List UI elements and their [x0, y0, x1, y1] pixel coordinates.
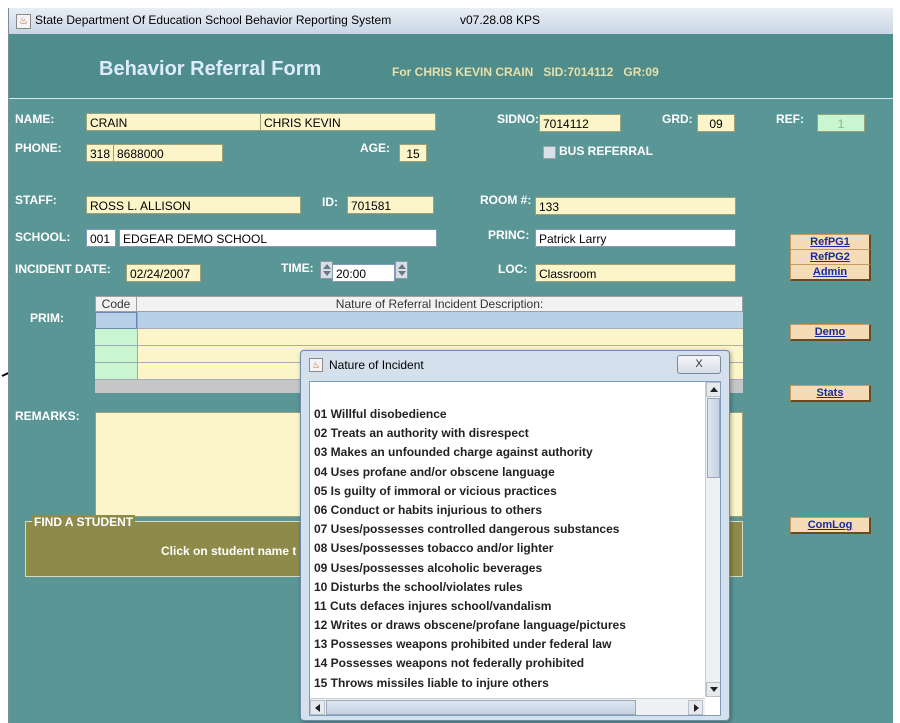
- remarks-label: REMARKS:: [15, 409, 80, 423]
- main-window: ♨ State Department Of Education School B…: [8, 8, 893, 723]
- find-student-instructions: Click on student name t: [161, 544, 297, 558]
- comlog-button[interactable]: ComLog: [790, 517, 871, 534]
- incident-list-item[interactable]: 05 Is guilty of immoral or vicious pract…: [314, 482, 626, 501]
- window-title: State Department Of Education School Beh…: [35, 13, 392, 27]
- area-code-field[interactable]: 318: [86, 144, 114, 162]
- school-code-field[interactable]: 001: [86, 229, 116, 247]
- dialog-title-bar: ♨ Nature of Incident X: [307, 353, 723, 379]
- banner-divider: [9, 98, 893, 99]
- school-name-field[interactable]: EDGEAR DEMO SCHOOL: [119, 229, 437, 247]
- incident-list-item[interactable]: 15 Throws missiles liable to injure othe…: [314, 674, 626, 693]
- prim-label: PRIM:: [30, 311, 64, 325]
- code-cell[interactable]: [95, 312, 137, 329]
- title-bar: ♨ State Department Of Education School B…: [9, 8, 893, 35]
- dialog-title: Nature of Incident: [329, 358, 424, 372]
- incident-listbox[interactable]: 01 Willful disobedience 02 Treats an auth…: [309, 381, 721, 716]
- incident-list-item[interactable]: 02 Treats an authority with disrespect: [314, 424, 626, 443]
- last-name-field[interactable]: CRAIN: [86, 113, 262, 131]
- stats-button[interactable]: Stats: [790, 385, 871, 402]
- grade-label: GRD:: [662, 112, 693, 126]
- arrow-right-icon: [694, 704, 699, 712]
- demo-button[interactable]: Demo: [790, 324, 871, 341]
- nature-of-incident-dialog: ♨ Nature of Incident X 01 Willful disobe…: [300, 350, 730, 721]
- grade-field[interactable]: 09: [697, 114, 735, 132]
- sidno-field[interactable]: 7014112: [539, 114, 621, 132]
- incident-list: 01 Willful disobedience 02 Treats an auth…: [314, 405, 626, 693]
- time-spinner-right[interactable]: [395, 261, 408, 279]
- code-cell[interactable]: [95, 329, 137, 346]
- java-app-icon: ♨: [16, 14, 31, 29]
- bus-referral-checkbox[interactable]: [543, 146, 556, 159]
- location-field[interactable]: Classroom: [535, 264, 736, 282]
- phone-label: PHONE:: [15, 141, 62, 155]
- principal-label: PRINC:: [488, 228, 530, 242]
- admin-button[interactable]: Admin: [790, 264, 871, 281]
- incident-list-item[interactable]: 01 Willful disobedience: [314, 405, 626, 424]
- incident-list-item[interactable]: 12 Writes or draws obscene/profane langu…: [314, 616, 626, 635]
- vertical-scrollbar[interactable]: [705, 382, 720, 697]
- student-summary: For CHRIS KEVIN CRAIN SID:7014112 GR:09: [392, 65, 659, 79]
- code-cell[interactable]: [95, 363, 137, 380]
- vertical-scroll-thumb[interactable]: [707, 398, 720, 478]
- principal-field[interactable]: Patrick Larry: [535, 229, 736, 247]
- incident-date-field[interactable]: 02/24/2007: [126, 264, 201, 282]
- staff-id-field[interactable]: 701581: [347, 196, 434, 214]
- scroll-up-button[interactable]: [706, 382, 720, 397]
- age-label: AGE:: [360, 141, 390, 155]
- staff-id-label: ID:: [322, 195, 338, 209]
- incident-list-item[interactable]: 14 Possesses weapons not federally prohi…: [314, 654, 626, 673]
- room-field[interactable]: 133: [535, 197, 736, 215]
- incident-list-item[interactable]: 11 Cuts defaces injures school/vandalism: [314, 597, 626, 616]
- arrow-down-icon: [710, 687, 718, 692]
- incident-list-item[interactable]: 09 Uses/possesses alcoholic beverages: [314, 559, 626, 578]
- staff-label: STAFF:: [15, 193, 57, 207]
- name-label: NAME:: [15, 112, 55, 126]
- form-banner: Behavior Referral Form For CHRIS KEVIN C…: [9, 34, 893, 98]
- form-title: Behavior Referral Form: [99, 58, 322, 80]
- age-field[interactable]: 15: [399, 144, 427, 162]
- ref-field[interactable]: 1: [817, 114, 865, 132]
- table-row[interactable]: [95, 329, 743, 346]
- dialog-close-button[interactable]: X: [677, 355, 721, 374]
- incident-date-label: INCIDENT DATE:: [15, 262, 111, 276]
- sidno-label: SIDNO:: [497, 112, 539, 126]
- incident-list-item[interactable]: 06 Conduct or habits injurious to others: [314, 501, 626, 520]
- find-student-label: FIND A STUDENT: [32, 515, 136, 529]
- incident-list-item[interactable]: 13 Possesses weapons prohibited under fe…: [314, 635, 626, 654]
- incident-list-item[interactable]: 04 Uses profane and/or obscene language: [314, 463, 626, 482]
- java-app-icon: ♨: [309, 358, 323, 372]
- incident-list-item[interactable]: 10 Disturbs the school/violates rules: [314, 578, 626, 597]
- code-column-header: Code: [95, 296, 137, 312]
- description-cell[interactable]: [137, 329, 743, 346]
- arrow-left-icon: [315, 704, 320, 712]
- ref-label: REF:: [776, 112, 804, 126]
- bus-referral-label: BUS REFERRAL: [559, 144, 654, 158]
- horizontal-scrollbar[interactable]: [310, 698, 705, 715]
- description-column-header: Nature of Referral Incident Description:: [137, 296, 743, 312]
- window-version: v07.28.08 KPS: [460, 13, 541, 27]
- horizontal-scroll-thumb[interactable]: [326, 700, 636, 715]
- scroll-right-button[interactable]: [688, 700, 703, 715]
- phone-field[interactable]: 8688000: [113, 144, 223, 162]
- arrow-up-icon: [710, 387, 718, 392]
- code-cell[interactable]: [95, 346, 137, 363]
- time-field[interactable]: 20:00: [332, 264, 395, 282]
- table-row[interactable]: [95, 312, 743, 329]
- school-label: SCHOOL:: [15, 230, 71, 244]
- room-label: ROOM #:: [480, 193, 532, 207]
- scroll-left-button[interactable]: [310, 700, 325, 715]
- scroll-down-button[interactable]: [706, 682, 720, 697]
- incident-list-item[interactable]: 07 Uses/possesses controlled dangerous s…: [314, 520, 626, 539]
- description-cell[interactable]: [137, 312, 743, 329]
- time-label: TIME:: [281, 261, 314, 275]
- location-label: LOC:: [498, 262, 528, 276]
- first-name-field[interactable]: CHRIS KEVIN: [260, 113, 436, 131]
- incident-list-item[interactable]: 03 Makes an unfounded charge against aut…: [314, 443, 626, 462]
- incident-list-item[interactable]: 08 Uses/possesses tobacco and/or lighter: [314, 539, 626, 558]
- staff-name-field[interactable]: ROSS L. ALLISON: [86, 196, 301, 214]
